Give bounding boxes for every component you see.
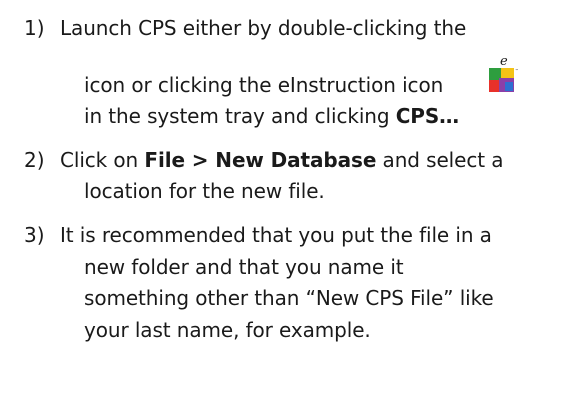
step-2-line-1-post: and select a xyxy=(376,148,504,172)
step-1-line-3: in the system tray and clicking CPS… xyxy=(84,103,459,129)
einstruction-icon: e ™ xyxy=(489,54,519,92)
step-number-2: 2) xyxy=(24,148,45,172)
instruction-document: 1) Launch CPS either by double-clicking … xyxy=(0,0,574,397)
step-2-line-1-pre: Click on xyxy=(60,148,145,172)
step-1-line-3-text: in the system tray and clicking xyxy=(84,104,396,128)
step-1-cps-menu-label: CPS… xyxy=(395,104,460,128)
step-number-3: 3) xyxy=(24,223,45,247)
svg-text:e: e xyxy=(500,54,508,69)
step-2-menu-path: File > New Database xyxy=(144,148,377,172)
svg-text:™: ™ xyxy=(515,68,519,73)
step-3-line-4: your last name, for example. xyxy=(84,318,371,342)
step-3-line-1: It is recommended that you put the file … xyxy=(60,223,492,247)
step-3-line-3: something other than “New CPS File” like xyxy=(84,286,494,310)
step-2-line-2: location for the new file. xyxy=(84,179,325,203)
step-1-line-2: icon or clicking the eInstruction icon xyxy=(84,73,444,97)
step-1-line-1: Launch CPS either by double-clicking the xyxy=(60,16,467,40)
step-number-1: 1) xyxy=(24,16,45,40)
step-3-line-2: new folder and that you name it xyxy=(84,255,404,279)
step-2-line-1: Click on File > New Database and select … xyxy=(60,147,503,173)
